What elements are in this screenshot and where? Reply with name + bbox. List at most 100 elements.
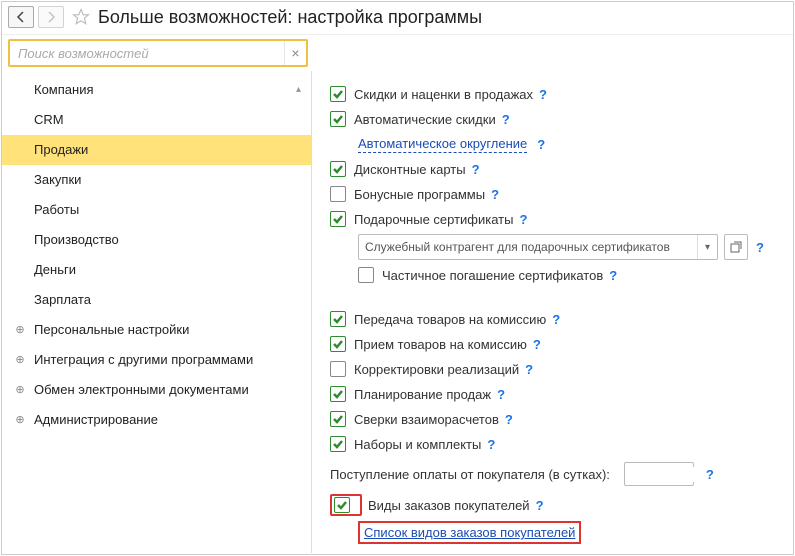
label: Передача товаров на комиссию: [354, 312, 546, 327]
sidebar-item-label: Компания: [34, 82, 94, 97]
expand-icon: ⊕: [14, 354, 26, 366]
help-icon[interactable]: ?: [536, 498, 544, 513]
search-row: ×: [2, 35, 793, 71]
help-icon[interactable]: ?: [502, 112, 510, 127]
sidebar-item-label: CRM: [34, 112, 64, 127]
help-icon[interactable]: ?: [756, 240, 764, 255]
checkbox-reconciliations[interactable]: [330, 411, 346, 427]
label: Бонусные программы: [354, 187, 485, 202]
dropdown-button[interactable]: ▾: [697, 235, 717, 259]
row-bonus-programs: Бонусные программы ?: [330, 184, 779, 204]
sidebar-item-label: Продажи: [34, 142, 88, 157]
help-icon[interactable]: ?: [525, 362, 533, 377]
help-icon[interactable]: ?: [519, 212, 527, 227]
help-icon[interactable]: ?: [487, 437, 495, 452]
expand-icon: ⊕: [14, 384, 26, 396]
sidebar-item-crm[interactable]: CRM: [2, 105, 311, 135]
sidebar: Компания ▴ CRM Продажи Закупки Работы Пр…: [2, 71, 312, 553]
page-title: Больше возможностей: настройка программы: [98, 7, 482, 28]
gift-cert-counterparty-input[interactable]: [359, 240, 697, 254]
label: Наборы и комплекты: [354, 437, 481, 452]
content-panel: Скидки и наценки в продажах ? Автоматиче…: [312, 71, 793, 553]
sidebar-item-production[interactable]: Производство: [2, 225, 311, 255]
favorite-star-button[interactable]: [70, 6, 92, 28]
sidebar-item-works[interactable]: Работы: [2, 195, 311, 225]
sidebar-item-label: Обмен электронными документами: [34, 382, 249, 397]
row-kits: Наборы и комплекты ?: [330, 434, 779, 454]
help-icon[interactable]: ?: [552, 312, 560, 327]
checkbox-partial-redemption[interactable]: [358, 267, 374, 283]
window-header: Больше возможностей: настройка программы: [2, 2, 793, 35]
payment-days-field[interactable]: ▲ ▼: [624, 462, 694, 486]
checkbox-kits[interactable]: [330, 436, 346, 452]
checkbox-sales-planning[interactable]: [330, 386, 346, 402]
checkbox-commission-out[interactable]: [330, 311, 346, 327]
checkbox-sales-adjustments[interactable]: [330, 361, 346, 377]
help-icon[interactable]: ?: [472, 162, 480, 177]
row-reconciliations: Сверки взаиморасчетов ?: [330, 409, 779, 429]
sidebar-item-label: Интеграция с другими программами: [34, 352, 253, 367]
row-commission-in: Прием товаров на комиссию ?: [330, 334, 779, 354]
body: Компания ▴ CRM Продажи Закупки Работы Пр…: [2, 71, 793, 553]
label: Подарочные сертификаты: [354, 212, 513, 227]
label: Планирование продаж: [354, 387, 491, 402]
sidebar-item-salary[interactable]: Зарплата: [2, 285, 311, 315]
order-types-link[interactable]: Список видов заказов покупателей: [364, 525, 575, 540]
search-clear-button[interactable]: ×: [284, 41, 306, 65]
open-icon: [730, 241, 742, 253]
gift-cert-counterparty-select[interactable]: ▾: [358, 234, 718, 260]
row-discounts-markups: Скидки и наценки в продажах ?: [330, 84, 779, 104]
label: Сверки взаиморасчетов: [354, 412, 499, 427]
row-partial-redemption: Частичное погашение сертификатов ?: [330, 265, 779, 285]
label: Виды заказов покупателей: [368, 498, 530, 513]
sidebar-item-money[interactable]: Деньги: [2, 255, 311, 285]
search-input[interactable]: [10, 46, 284, 61]
help-icon[interactable]: ?: [505, 412, 513, 427]
highlight-order-types-checkbox: [330, 494, 362, 516]
help-icon[interactable]: ?: [537, 137, 545, 152]
auto-rounding-link[interactable]: Автоматическое округление: [358, 136, 527, 153]
sidebar-item-label: Работы: [34, 202, 79, 217]
checkbox-bonus-programs[interactable]: [330, 186, 346, 202]
checkbox-commission-in[interactable]: [330, 336, 346, 352]
arrow-left-icon: [15, 11, 27, 23]
sidebar-item-purchases[interactable]: Закупки: [2, 165, 311, 195]
sidebar-item-integrations[interactable]: ⊕ Интеграция с другими программами: [2, 345, 311, 375]
help-icon[interactable]: ?: [497, 387, 505, 402]
row-commission-out: Передача товаров на комиссию ?: [330, 309, 779, 329]
label: Скидки и наценки в продажах: [354, 87, 533, 102]
label: Прием товаров на комиссию: [354, 337, 527, 352]
help-icon[interactable]: ?: [491, 187, 499, 202]
highlight-order-types-link: Список видов заказов покупателей: [358, 521, 581, 544]
sidebar-item-personal-settings[interactable]: ⊕ Персональные настройки: [2, 315, 311, 345]
label: Автоматические скидки: [354, 112, 496, 127]
sidebar-item-sales[interactable]: Продажи: [2, 135, 311, 165]
payment-days-label: Поступление оплаты от покупателя (в сутк…: [330, 467, 610, 482]
row-auto-discounts: Автоматические скидки ?: [330, 109, 779, 129]
expand-icon: ⊕: [14, 414, 26, 426]
help-icon[interactable]: ?: [706, 467, 714, 482]
nav-back-button[interactable]: [8, 6, 34, 28]
arrow-right-icon: [45, 11, 57, 23]
sidebar-item-administration[interactable]: ⊕ Администрирование: [2, 405, 311, 435]
open-external-button[interactable]: [724, 234, 748, 260]
sidebar-item-edoc-exchange[interactable]: ⊕ Обмен электронными документами: [2, 375, 311, 405]
help-icon[interactable]: ?: [609, 268, 617, 283]
checkbox-discount-cards[interactable]: [330, 161, 346, 177]
row-payment-days: Поступление оплаты от покупателя (в сутк…: [330, 462, 779, 486]
label: Дисконтные карты: [354, 162, 466, 177]
row-auto-rounding-link: Автоматическое округление ?: [330, 134, 779, 154]
checkbox-order-types[interactable]: [334, 497, 350, 513]
help-icon[interactable]: ?: [533, 337, 541, 352]
help-icon[interactable]: ?: [539, 87, 547, 102]
checkbox-discounts-markups[interactable]: [330, 86, 346, 102]
row-order-types-link: Список видов заказов покупателей: [330, 521, 779, 544]
star-icon: [72, 8, 90, 26]
expand-icon: ⊕: [14, 324, 26, 336]
sidebar-item-label: Закупки: [34, 172, 81, 187]
row-sales-adjustments: Корректировки реализаций ?: [330, 359, 779, 379]
checkbox-gift-certs[interactable]: [330, 211, 346, 227]
nav-forward-button[interactable]: [38, 6, 64, 28]
checkbox-auto-discounts[interactable]: [330, 111, 346, 127]
sidebar-item-company[interactable]: Компания ▴: [2, 75, 311, 105]
